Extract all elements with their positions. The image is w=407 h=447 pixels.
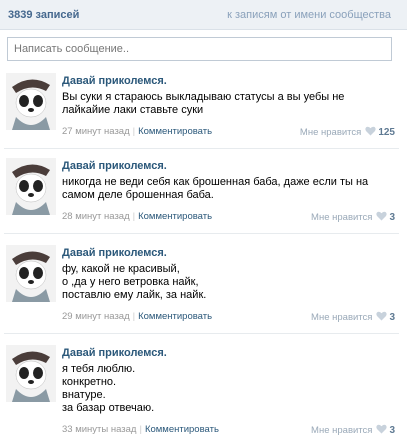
post-divider <box>4 233 399 234</box>
post-meta: 27 минут назад | Комментировать <box>62 126 212 137</box>
panda-avatar-icon[interactable] <box>6 245 56 302</box>
wall-post: Давай приколемся. никогда не веди себя к… <box>0 158 407 228</box>
post-meta: 33 минуты назад | Комментировать <box>62 424 219 435</box>
post-author[interactable]: Давай приколемся. <box>62 160 167 172</box>
wall-post: Давай приколемся. я тебя люблю. конкретн… <box>0 345 407 445</box>
post-meta: 29 минут назад | Комментировать <box>62 311 212 322</box>
post-divider <box>4 148 399 149</box>
like-button[interactable]: Мне нравится 125 <box>300 126 395 138</box>
like-count: 3 <box>389 312 395 323</box>
like-label: Мне нравится <box>299 127 362 138</box>
wall-header: 3839 записей к записям от имени сообщест… <box>0 0 407 30</box>
post-time[interactable]: 27 минут назад <box>62 126 130 137</box>
owner-posts-link[interactable]: к записям от имени сообщества <box>227 9 391 21</box>
panda-avatar-icon[interactable] <box>6 73 56 130</box>
post-author[interactable]: Давай приколемся. <box>62 347 167 359</box>
meta-separator: | <box>132 126 136 137</box>
wall-post: Давай приколемся. Вы суки я стараюсь вык… <box>0 73 407 143</box>
like-label: Мне нравится <box>311 212 373 223</box>
post-text: Вы суки я стараюсь выкладываю статусы а … <box>62 91 345 116</box>
heart-icon <box>376 211 388 221</box>
panda-avatar-icon[interactable] <box>6 345 56 402</box>
post-divider <box>4 333 399 334</box>
message-input[interactable] <box>8 38 391 60</box>
like-button[interactable]: Мне нравится 3 <box>311 311 395 323</box>
panda-avatar-icon[interactable] <box>6 158 56 215</box>
post-time[interactable]: 33 минуты назад <box>62 424 136 435</box>
wall-post: Давай приколемся. фу, какой не красивый,… <box>0 245 407 330</box>
post-time[interactable]: 29 минут назад <box>62 311 130 322</box>
comment-button[interactable]: Комментировать <box>138 311 212 322</box>
like-button[interactable]: Мне нравится 3 <box>311 211 395 223</box>
post-text: никогда не веди себя как брошенная баба,… <box>62 176 369 201</box>
meta-separator: | <box>132 211 136 222</box>
comment-button[interactable]: Комментировать <box>138 211 212 222</box>
post-author[interactable]: Давай приколемся. <box>62 75 167 87</box>
meta-separator: | <box>139 424 142 435</box>
heart-icon <box>376 311 388 321</box>
post-text: фу, какой не красивый, о ,да у него ветр… <box>62 263 207 301</box>
like-count: 3 <box>389 425 395 436</box>
post-time[interactable]: 28 минут назад <box>62 211 130 222</box>
comment-button[interactable]: Комментировать <box>145 424 219 435</box>
like-count: 3 <box>389 212 395 223</box>
post-meta: 28 минут назад | Комментировать <box>62 211 212 222</box>
heart-icon <box>376 424 388 434</box>
post-count: 3839 записей <box>8 9 80 21</box>
like-label: Мне нравится <box>311 312 373 323</box>
like-count: 125 <box>378 127 395 138</box>
post-author[interactable]: Давай приколемся. <box>62 247 167 259</box>
like-button[interactable]: Мне нравится 3 <box>311 424 395 436</box>
like-label: Мне нравится <box>311 425 373 436</box>
comment-button[interactable]: Комментировать <box>138 126 212 137</box>
message-composer[interactable] <box>7 37 392 61</box>
meta-separator: | <box>132 311 136 322</box>
post-text: я тебя люблю. конкретно. внатуре. за баз… <box>62 363 155 414</box>
heart-icon <box>365 126 376 136</box>
